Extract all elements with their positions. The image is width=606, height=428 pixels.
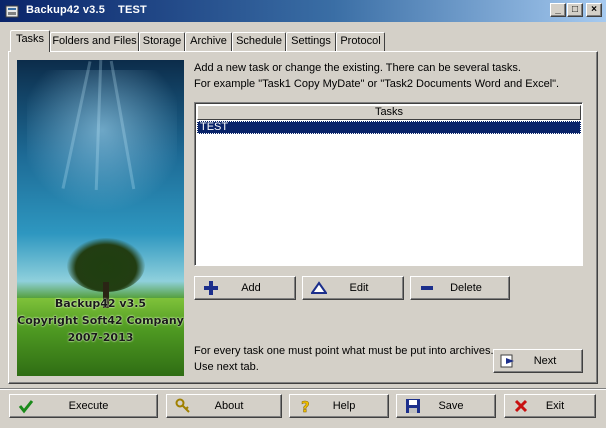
tab-folders-and-files[interactable]: Folders and Files <box>50 32 139 51</box>
about-button-label: About <box>214 400 244 412</box>
tab-storage[interactable]: Storage <box>139 32 185 51</box>
execute-button-label: Execute <box>68 400 109 412</box>
execute-button[interactable]: Execute <box>9 394 158 418</box>
splash-image: Backup42 v3.5 Copyright Soft42 Company 2… <box>17 60 184 376</box>
add-task-button[interactable]: Add <box>194 276 296 300</box>
next-arrow-icon <box>500 354 514 368</box>
footer-hint-line-1: For every task one must point what must … <box>194 345 494 357</box>
task-list-header[interactable]: Tasks <box>197 105 581 120</box>
instruction-line-1: Add a new task or change the existing. T… <box>194 62 521 74</box>
splash-copyright: Copyright Soft42 Company <box>17 314 184 327</box>
tab-protocol[interactable]: Protocol <box>336 32 385 51</box>
delete-task-button[interactable]: Delete <box>410 276 510 300</box>
footer-hint-line-2: Use next tab. <box>194 361 259 373</box>
save-button-label: Save <box>438 400 464 412</box>
app-icon[interactable] <box>4 3 20 19</box>
checkmark-icon <box>18 400 34 414</box>
question-icon: ? <box>301 398 310 414</box>
splash-version: Backup42 v3.5 <box>54 297 147 310</box>
add-button-label: Add <box>241 282 261 294</box>
key-icon <box>175 398 190 413</box>
next-button[interactable]: Next <box>493 349 583 373</box>
maximize-button[interactable]: □ <box>567 3 583 17</box>
task-list[interactable]: Tasks TEST <box>194 102 583 266</box>
svg-text:?: ? <box>301 398 310 414</box>
exit-button-label: Exit <box>545 400 565 412</box>
minimize-button[interactable]: _ <box>550 3 566 17</box>
tab-archive[interactable]: Archive <box>185 32 232 51</box>
minus-icon <box>421 286 433 290</box>
help-button[interactable]: ? Help <box>289 394 389 418</box>
about-button[interactable]: About <box>166 394 282 418</box>
splash-years: 2007-2013 <box>67 331 134 344</box>
sky-glow <box>27 70 177 220</box>
triangle-icon <box>311 281 327 294</box>
tab-tasks[interactable]: Tasks <box>10 30 50 52</box>
edit-task-button[interactable]: Edit <box>302 276 404 300</box>
close-window-button[interactable]: × <box>586 3 602 17</box>
help-button-label: Help <box>332 400 356 412</box>
save-button[interactable]: Save <box>396 394 496 418</box>
edit-button-label: Edit <box>349 282 369 294</box>
task-list-item[interactable]: TEST <box>197 121 581 134</box>
delete-button-label: Delete <box>450 282 482 294</box>
plus-icon <box>204 281 218 295</box>
next-button-label: Next <box>533 355 557 367</box>
tab-settings[interactable]: Settings <box>286 32 336 51</box>
instruction-line-2: For example "Task1 Copy MyDate" or "Task… <box>194 78 560 90</box>
window-title: Backup42 v3.5 TEST <box>26 4 147 16</box>
bottom-separator <box>0 388 606 390</box>
floppy-icon <box>406 399 420 413</box>
x-icon <box>514 399 528 413</box>
exit-button[interactable]: Exit <box>504 394 596 418</box>
title-bar: Backup42 v3.5 TEST _ □ × <box>0 0 606 22</box>
tab-schedule[interactable]: Schedule <box>232 32 286 51</box>
